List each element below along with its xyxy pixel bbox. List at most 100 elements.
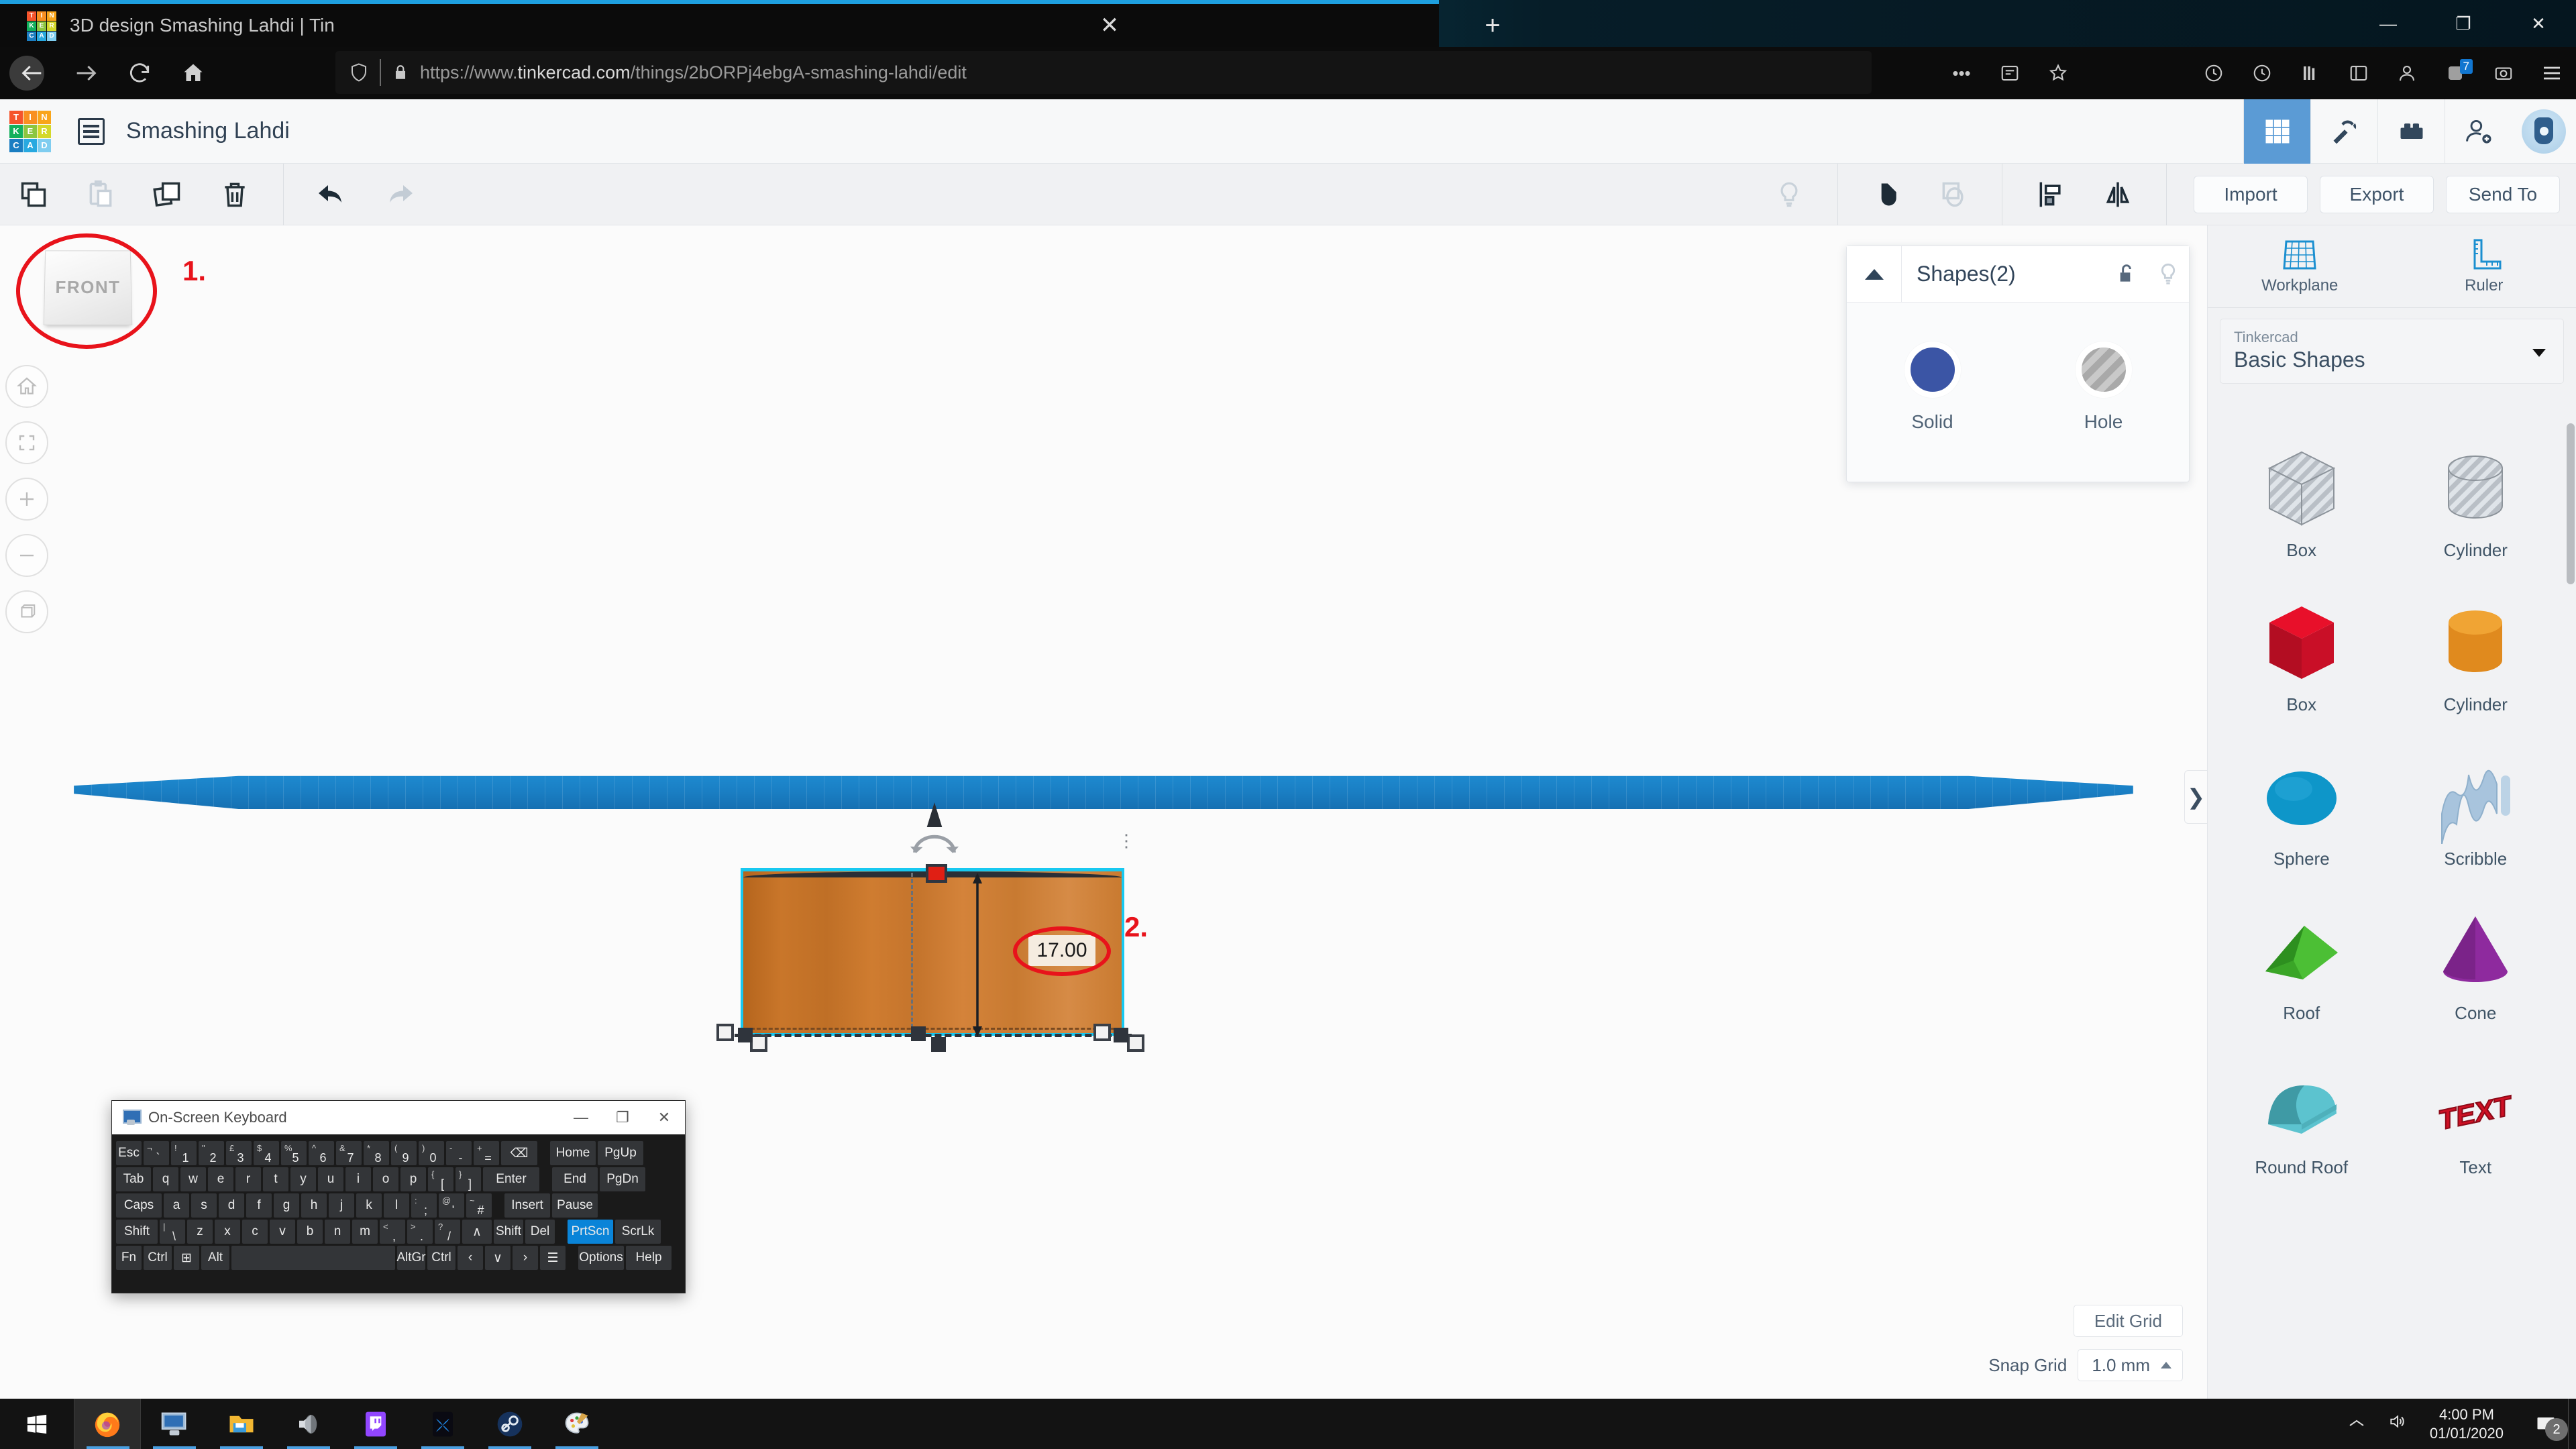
keyboard-key[interactable]: o [373,1167,398,1191]
keyboard-key[interactable]: ?/ [435,1220,460,1244]
invite-user-icon[interactable] [2445,99,2512,164]
taskbar-app-onscreen-keyboard[interactable] [141,1399,208,1449]
keyboard-key[interactable]: ⊞ [174,1246,199,1270]
shape-item-box-hole[interactable]: Box [2214,436,2389,590]
keyboard-key[interactable]: › [513,1246,538,1270]
tab-close-icon[interactable]: ✕ [1089,12,1130,39]
bookmark-star-icon[interactable] [2034,47,2082,99]
shape-item-cylinder-orange[interactable]: Cylinder [2389,590,2563,745]
redo-button[interactable] [366,164,433,225]
shape-item-sphere[interactable]: Sphere [2214,745,2389,899]
keyboard-side-key[interactable]: Help [626,1246,672,1270]
keyboard-key[interactable]: n [325,1220,350,1244]
tab-minecraft[interactable] [2310,99,2377,164]
keyboard-side-key[interactable]: ScrLk [615,1220,661,1244]
keyboard-key[interactable]: :; [411,1193,437,1218]
keyboard-side-key[interactable]: Options [578,1246,624,1270]
history-icon[interactable] [2190,47,2238,99]
keyboard-key[interactable]: !1 [171,1141,197,1165]
keyboard-key[interactable]: }] [455,1167,481,1191]
keyboard-key[interactable]: *8 [364,1141,389,1165]
zoom-in-button[interactable] [5,478,48,521]
shape-collection-select[interactable]: Tinkercad Basic Shapes [2220,319,2564,384]
reload-button-icon[interactable] [113,47,166,99]
tray-expand-icon[interactable] [2337,1415,2376,1434]
shape-item-text[interactable]: TEXT Text [2389,1053,2563,1208]
paste-button[interactable] [67,164,134,225]
page-actions-more-icon[interactable]: ••• [1937,47,1986,99]
taskbar-app-file-explorer[interactable] [208,1399,275,1449]
edit-grid-button[interactable]: Edit Grid [2074,1305,2183,1337]
shape-item-scribble[interactable]: Scribble [2389,745,2563,899]
keyboard-key[interactable]: c [242,1220,268,1244]
mirror-button[interactable] [2084,164,2151,225]
shape-item-round-roof[interactable]: Round Roof [2214,1053,2389,1208]
keyboard-key[interactable]: w [180,1167,206,1191]
duplicate-button[interactable] [134,164,201,225]
edge-handle[interactable] [931,1037,946,1052]
osk-maximize-button[interactable]: ❐ [602,1101,643,1134]
move-up-arrow-icon[interactable] [923,802,946,833]
show-desktop-button[interactable] [2568,1399,2576,1449]
avatar[interactable] [2512,99,2576,164]
sidebar-item-ruler[interactable]: Ruler [2392,225,2576,307]
keyboard-key[interactable]: Alt [201,1246,229,1270]
copy-button[interactable] [0,164,67,225]
new-tab-button[interactable]: + [1469,11,1516,43]
keyboard-key[interactable]: s [191,1193,217,1218]
visibility-bulb-icon[interactable] [2147,262,2189,286]
shape-item-cylinder-hole[interactable]: Cylinder [2389,436,2563,590]
keyboard-key[interactable]: )0 [419,1141,444,1165]
solid-option[interactable]: Solid [1847,341,2018,433]
keyboard-side-key[interactable]: Insert [504,1193,550,1218]
taskbar-app-steam[interactable] [476,1399,543,1449]
keyboard-key[interactable]: ☰ [540,1246,566,1270]
osk-close-button[interactable]: ✕ [643,1101,685,1134]
sidebar-toggle-icon[interactable] [2334,47,2383,99]
keyboard-key[interactable]: e [208,1167,233,1191]
keyboard-key[interactable]: ∨ [485,1246,511,1270]
lock-open-icon[interactable] [2106,262,2147,286]
perspective-toggle-button[interactable] [5,590,48,633]
project-list-icon[interactable] [78,118,105,145]
keyboard-side-key[interactable]: PgDn [600,1167,645,1191]
keyboard-key[interactable]: "2 [199,1141,224,1165]
keyboard-key[interactable]: ⌫ [501,1141,537,1165]
keyboard-key[interactable]: ~# [466,1193,492,1218]
keyboard-key[interactable]: Ctrl [427,1246,455,1270]
import-button[interactable]: Import [2194,176,2308,213]
keyboard-key[interactable]: -- [446,1141,472,1165]
keyboard-side-key[interactable]: PrtScn [568,1220,613,1244]
back-button-icon[interactable] [5,47,59,99]
zoom-out-button[interactable] [5,534,48,577]
screenshot-icon[interactable] [2479,47,2528,99]
keyboard-key[interactable]: &7 [336,1141,362,1165]
keyboard-key[interactable]: {[ [428,1167,453,1191]
keyboard-key[interactable]: ∧ [462,1220,492,1244]
keyboard-key[interactable]: %5 [281,1141,307,1165]
taskbar-app-audio[interactable] [275,1399,342,1449]
keyboard-key[interactable]: Shift [116,1220,158,1244]
keyboard-key[interactable]: j [329,1193,354,1218]
url-bar[interactable]: https://www.tinkercad.com/things/2bORPj4… [335,51,1872,94]
keyboard-key[interactable]: £3 [226,1141,252,1165]
sidebar-scrollbar[interactable] [2567,423,2575,584]
keyboard-key[interactable]: Del [525,1220,555,1244]
taskbar-app-firefox[interactable] [74,1399,141,1449]
height-scale-handle[interactable] [926,864,947,883]
edge-handle[interactable] [1114,1028,1128,1042]
keyboard-key[interactable]: y [290,1167,316,1191]
keyboard-key[interactable]: g [274,1193,299,1218]
export-button[interactable]: Export [2320,176,2434,213]
keyboard-key[interactable]: <, [380,1220,405,1244]
keyboard-key[interactable]: f [246,1193,272,1218]
shield-icon[interactable] [349,61,369,84]
keyboard-key[interactable]: q [153,1167,178,1191]
shapes-panel-collapse-icon[interactable] [1847,246,1902,303]
keyboard-key[interactable]: AltGr [397,1246,425,1270]
start-button[interactable] [0,1399,74,1449]
home-view-button[interactable] [5,365,48,408]
browser-menu-icon[interactable] [2528,47,2576,99]
keyboard-key[interactable]: Caps [116,1193,162,1218]
keyboard-key[interactable]: Enter [483,1167,539,1191]
